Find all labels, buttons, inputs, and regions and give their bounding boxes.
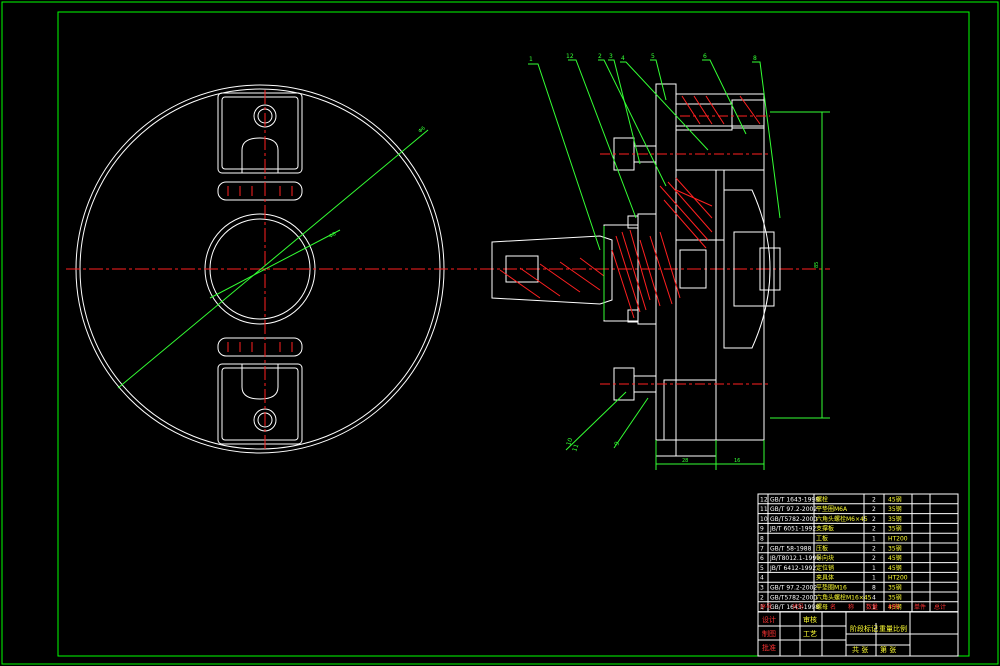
bom-cell-mat: 35钢: [888, 515, 902, 523]
bom-cell-std: GB/T5782-2000: [770, 516, 817, 523]
bom-cell-std: GB/T 58-1988: [770, 545, 812, 552]
bom-cell-qty: 2: [872, 555, 876, 562]
bom-cell-name: 支撑板: [816, 525, 834, 533]
cad-drawing-canvas: Φ6 Φ8 1 12 2 3 4 5 6 8 10 11 9 85 28 16 …: [1, 1, 999, 665]
front-diameter-label: Φ6: [417, 125, 426, 134]
tb-sheets: 共 张: [852, 645, 868, 654]
bom-cell-mat: 35钢: [888, 544, 902, 552]
bom-cell-std: JB/T 6412-1992: [769, 565, 816, 572]
bom-cell-no: 11: [760, 506, 768, 513]
bom-cell-qty: 1: [872, 575, 876, 582]
bom-cell-mat: 45钢: [888, 554, 902, 562]
tb-design: 设计: [762, 615, 776, 624]
tb-check: 审核: [803, 615, 817, 624]
bom-cell-no: 12: [760, 496, 768, 503]
bom-header-cell: 名: [830, 603, 836, 611]
tb-draw: 制图: [762, 629, 776, 638]
bom-cell-mat: HT200: [888, 575, 908, 582]
bom-cell-no: 4: [760, 575, 764, 582]
section-hatching: [499, 95, 761, 319]
bom-cell-qty: 2: [872, 516, 876, 523]
balloon-4: 4: [621, 55, 625, 62]
upper-clamp: [217, 92, 303, 201]
balloon-6: 6: [703, 53, 707, 60]
side-view: [491, 83, 781, 457]
bom-cell-qty: 1: [872, 565, 876, 572]
bom-cell-std: GB/T 97.2-2002: [770, 506, 817, 513]
bom-cell-no: 8: [760, 536, 764, 543]
bom-cell-std: GB/T 97.2-2002: [770, 585, 817, 592]
bom-cell-name: 六角头螺栓M6×45: [816, 515, 868, 523]
lower-clamp: [217, 337, 303, 445]
bom-cell-qty: 2: [872, 496, 876, 503]
balloon-1: 1: [529, 56, 533, 63]
bom-cell-name: 平垫圈M6A: [816, 505, 848, 513]
dim-bottom-right: 16: [734, 458, 740, 464]
balloon-8: 8: [753, 55, 757, 62]
bom-cell-name: 夹具体: [816, 574, 834, 582]
bom-cell-std: JB/T8012.1-1999: [769, 555, 820, 562]
bom-cell-no: 7: [760, 545, 764, 552]
bom-cell-qty: 2: [872, 506, 876, 513]
bom-header-cell: 单件: [914, 603, 926, 611]
bom-cell-qty: 4: [872, 594, 876, 601]
bom-cell-name: 压板: [816, 544, 828, 552]
bom-cell-mat: 35钢: [888, 593, 902, 601]
bom-cell-no: 2: [760, 594, 764, 601]
bom-cell-qty: 1: [872, 536, 876, 543]
bom-header-cell: 总计: [934, 603, 946, 611]
dim-bottom-left: 28: [682, 458, 688, 464]
bom-cell-name: 螺栓: [816, 495, 828, 503]
bom-header-cell: 称: [848, 603, 854, 611]
bom-header-cell: 代号: [792, 603, 804, 611]
bom-rows: 12 GB/T 1643-1998螺栓 2 45钢11 GB/T 97.2-2002平垫…: [758, 495, 958, 613]
bottom-balloon-leaders: [565, 391, 649, 451]
bom-cell-name: 定位销: [816, 564, 834, 572]
tb-sheet: 第 张: [880, 645, 896, 654]
tb-stage: 阶段标记: [850, 624, 878, 633]
bom-cell-mat: 45钢: [888, 495, 902, 503]
bom-cell-mat: 45钢: [888, 564, 902, 572]
balloon-5: 5: [651, 53, 655, 60]
drawing-frame: [1, 1, 999, 665]
bom-header-cell: 序号: [760, 603, 772, 611]
bom-cell-no: 3: [760, 585, 764, 592]
bom-cell-qty: 2: [872, 526, 876, 533]
bom-cell-name: 六角头螺栓M16×45: [816, 593, 872, 601]
bom-cell-no: 10: [760, 516, 768, 523]
bom-cell-no: 6: [760, 555, 764, 562]
balloon-9: 9: [613, 441, 621, 447]
bom-cell-name: 螺母: [816, 603, 828, 611]
bom-cell-mat: 35钢: [888, 505, 902, 513]
balloon-11: 11: [571, 443, 580, 453]
tb-scale: 比例: [893, 624, 907, 633]
bom-cell-qty: 2: [872, 545, 876, 552]
bom-header-cell: 数量: [866, 603, 878, 611]
bom-cell-name: 平垫圈M16: [816, 584, 847, 592]
tb-weight: 重量: [879, 625, 893, 633]
bom-cell-std: GB/T 1643-1998: [770, 496, 819, 503]
balloon-2: 2: [598, 53, 602, 60]
centerlines: [66, 90, 830, 450]
balloon-12: 12: [566, 53, 574, 60]
bom-cell-name: 工板: [816, 535, 828, 543]
bom-cell-no: 9: [760, 526, 764, 533]
bom-cell-name: 导向块: [816, 554, 834, 562]
tb-process: 工艺: [803, 630, 817, 638]
bom-cell-std: GB/T5782-2000: [770, 594, 817, 601]
bom-cell-mat: 35钢: [888, 525, 902, 533]
bom-cell-mat: HT200: [888, 536, 908, 543]
top-balloon-leaders: [528, 59, 781, 251]
dim-height: 85: [814, 262, 820, 268]
bom-cell-std: JB/T 6051-1992: [769, 526, 816, 533]
top-balloon-labels: 1 12 2 3 4 5 6 8: [529, 53, 757, 63]
bom-cell-mat: 35钢: [888, 584, 902, 592]
balloon-3: 3: [609, 53, 613, 60]
bom-header-cell: 材料: [888, 603, 900, 611]
bom-cell-qty: 8: [872, 585, 876, 592]
tb-approve: 批准: [762, 643, 776, 652]
bom-cell-no: 5: [760, 565, 764, 572]
